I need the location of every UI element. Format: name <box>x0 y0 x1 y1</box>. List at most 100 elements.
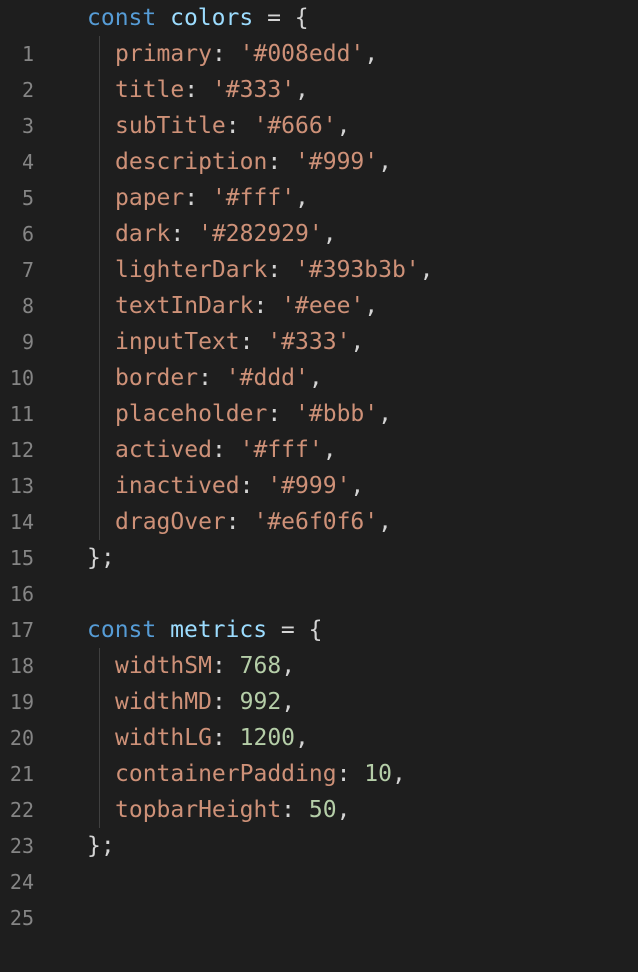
keyword-const: const <box>87 5 157 31</box>
code-line[interactable]: 14 inactived: '#999', <box>0 468 638 534</box>
comma: , <box>308 365 323 391</box>
comma: , <box>378 401 392 427</box>
code-line[interactable]: 21 widthLG: 1200, <box>0 720 638 786</box>
code-line[interactable]: 24 }; <box>0 828 638 894</box>
property-key: containerPadding <box>115 761 337 787</box>
comma: , <box>350 473 365 499</box>
property-key: border <box>115 365 199 391</box>
code-line[interactable]: 10 inputText: '#333', <box>0 324 638 390</box>
property-key: dragOver <box>115 509 226 535</box>
keyword-const: const <box>87 617 157 643</box>
comma: , <box>322 437 337 463</box>
code-line[interactable]: 16 }; <box>0 540 638 606</box>
property-line: dark: '#282929', <box>115 216 337 252</box>
comma: , <box>391 761 406 787</box>
property-line: dragOver: '#e6f0f6', <box>115 504 392 540</box>
line-number: 25 <box>9 906 34 930</box>
string-value: '#999' <box>267 473 351 499</box>
property-key: dark <box>115 221 171 247</box>
property-line: border: '#ddd', <box>115 360 323 396</box>
code-line[interactable]: 25 <box>0 864 638 930</box>
string-value: '#eee' <box>281 293 365 319</box>
property-line: inputText: '#333', <box>115 324 364 360</box>
string-value: '#999' <box>295 149 379 175</box>
code-line[interactable]: 19 widthSM: 768, <box>0 648 638 714</box>
string-value: '#393b3b' <box>295 257 420 283</box>
property-key: title <box>115 77 185 103</box>
colon: : <box>336 761 365 787</box>
property-key: widthSM <box>115 653 212 679</box>
string-value: '#fff' <box>239 437 323 463</box>
colon: : <box>211 437 240 463</box>
code-line[interactable]: 17 <box>0 576 638 642</box>
code-line[interactable]: 23 topbarHeight: 50, <box>0 792 638 858</box>
colon: : <box>198 365 226 391</box>
code-line[interactable]: 22 containerPadding: 10, <box>0 756 638 822</box>
comma: , <box>281 689 296 715</box>
colon: : <box>184 185 212 211</box>
comma: , <box>350 329 365 355</box>
colon: : <box>239 473 268 499</box>
colon: : <box>211 653 240 679</box>
property-line: title: '#333', <box>115 72 309 108</box>
number-value: 10 <box>364 761 392 787</box>
variable-metrics: metrics <box>170 617 268 643</box>
code-line[interactable]: 8 lighterDark: '#393b3b', <box>0 252 638 318</box>
number-value: 992 <box>239 689 282 715</box>
colon: : <box>267 149 296 175</box>
code-line[interactable]: 13 actived: '#fff', <box>0 432 638 498</box>
string-value: '#fff' <box>211 185 296 211</box>
colon: : <box>267 401 296 427</box>
colon: : <box>281 797 309 823</box>
property-line: actived: '#fff', <box>115 432 337 468</box>
property-line: widthLG: 1200, <box>115 720 309 756</box>
property-line: placeholder: '#bbb', <box>115 396 392 432</box>
property-key: inactived <box>115 473 240 499</box>
colon: : <box>267 257 296 283</box>
colon: : <box>184 77 212 103</box>
colon: : <box>170 221 199 247</box>
code-line[interactable]: 18 const metrics = { <box>0 612 638 678</box>
code-line[interactable]: 3 title: '#333', <box>0 72 638 138</box>
colon: : <box>239 329 268 355</box>
colon: : <box>211 689 240 715</box>
code-line[interactable]: 7 dark: '#282929', <box>0 216 638 282</box>
code-editor[interactable]: 1 const colors = { 2 primary: '#008edd',… <box>0 0 638 930</box>
colon: : <box>225 113 254 139</box>
equals-sign: = <box>280 617 295 643</box>
comma: , <box>364 293 379 319</box>
string-value: '#008edd' <box>239 41 365 67</box>
string-value: '#e6f0f6' <box>253 509 379 535</box>
comma: , <box>295 185 309 211</box>
string-value: '#282929' <box>198 221 323 247</box>
code-line[interactable]: 1 const colors = { <box>0 0 638 66</box>
code-line[interactable]: 9 textInDark: '#eee', <box>0 288 638 354</box>
code-line[interactable]: 15 dragOver: '#e6f0f6', <box>0 504 638 570</box>
comma: , <box>295 77 309 103</box>
property-line: paper: '#fff', <box>115 180 309 216</box>
close-brace: }; <box>87 545 115 571</box>
code-line[interactable]: 5 description: '#999', <box>0 144 638 210</box>
metrics-declaration: const metrics = { <box>87 612 322 648</box>
code-line[interactable]: 12 placeholder: '#bbb', <box>0 396 638 462</box>
code-line[interactable]: 11 border: '#ddd', <box>0 360 638 426</box>
property-key: actived <box>115 437 212 463</box>
comma: , <box>322 221 337 247</box>
colon: : <box>253 293 282 319</box>
property-line: description: '#999', <box>115 144 392 180</box>
property-key: lighterDark <box>115 257 268 283</box>
code-line[interactable]: 4 subTitle: '#666', <box>0 108 638 174</box>
comma: , <box>336 113 351 139</box>
code-line[interactable]: 20 widthMD: 992, <box>0 684 638 750</box>
number-value: 768 <box>239 653 282 679</box>
property-key: subTitle <box>115 113 226 139</box>
comma: , <box>419 257 434 283</box>
string-value: '#333' <box>267 329 351 355</box>
property-line: textInDark: '#eee', <box>115 288 378 324</box>
property-key: primary <box>115 41 212 67</box>
comma: , <box>295 725 309 751</box>
property-key: paper <box>115 185 185 211</box>
code-line[interactable]: 2 primary: '#008edd', <box>0 36 638 102</box>
property-line: topbarHeight: 50, <box>115 792 350 828</box>
code-line[interactable]: 6 paper: '#fff', <box>0 180 638 246</box>
